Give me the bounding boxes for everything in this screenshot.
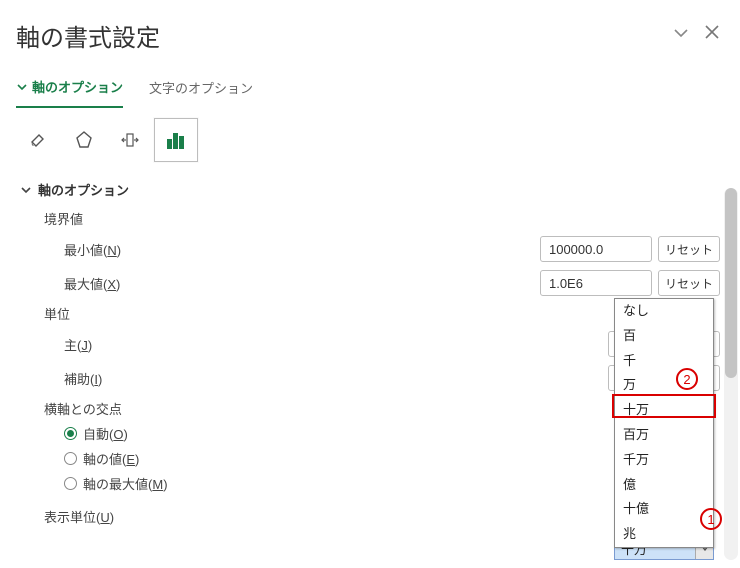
dropdown-item[interactable]: 千 xyxy=(615,349,713,374)
dropdown-item[interactable]: 億 xyxy=(615,473,713,498)
effects-icon[interactable] xyxy=(62,118,106,162)
section-label: 軸のオプション xyxy=(38,180,129,199)
scrollbar-thumb[interactable] xyxy=(725,188,737,378)
radio-label: 軸の値(E) xyxy=(83,449,139,468)
min-label: 最小値(N) xyxy=(64,240,540,259)
reset-min-button[interactable]: リセット xyxy=(658,236,720,262)
dropdown-item[interactable]: 百万 xyxy=(615,423,713,448)
tab-text-options[interactable]: 文字のオプション xyxy=(149,71,253,108)
reset-max-button[interactable]: リセット xyxy=(658,270,720,296)
axis-options-icon[interactable] xyxy=(154,118,198,162)
max-label: 最大値(X) xyxy=(64,274,540,293)
radio-icon xyxy=(64,427,77,440)
dropdown-item[interactable]: 十万 xyxy=(615,398,713,423)
radio-label: 軸の最大値(M) xyxy=(83,474,168,493)
bounds-label: 境界値 xyxy=(44,209,720,228)
dropdown-item[interactable]: 千万 xyxy=(615,448,713,473)
tab-label: 軸のオプション xyxy=(32,77,123,96)
dropdown-item[interactable]: 兆 xyxy=(615,522,713,547)
display-unit-dropdown-list[interactable]: なし百千万十万百万千万億十億兆 xyxy=(614,298,714,548)
scrollbar[interactable] xyxy=(724,188,738,560)
close-pane-icon[interactable] xyxy=(704,24,720,42)
radio-icon xyxy=(64,452,77,465)
fill-line-icon[interactable] xyxy=(16,118,60,162)
tab-label: 文字のオプション xyxy=(149,78,253,97)
pane-title: 軸の書式設定 xyxy=(16,18,724,53)
radio-label: 自動(O) xyxy=(83,424,128,443)
min-input[interactable] xyxy=(540,236,652,262)
section-axis-options[interactable]: 軸のオプション xyxy=(20,180,720,199)
max-input[interactable] xyxy=(540,270,652,296)
minor-unit-label: 補助(I) xyxy=(64,369,608,388)
dropdown-item[interactable]: 十億 xyxy=(615,497,713,522)
dropdown-item[interactable]: 百 xyxy=(615,324,713,349)
size-properties-icon[interactable] xyxy=(108,118,152,162)
dropdown-item[interactable]: なし xyxy=(615,299,713,324)
major-unit-label: 主(J) xyxy=(64,335,608,354)
tab-axis-options[interactable]: 軸のオプション xyxy=(16,71,123,108)
dropdown-item[interactable]: 万 xyxy=(615,373,713,398)
collapse-pane-icon[interactable] xyxy=(672,24,690,42)
radio-icon xyxy=(64,477,77,490)
